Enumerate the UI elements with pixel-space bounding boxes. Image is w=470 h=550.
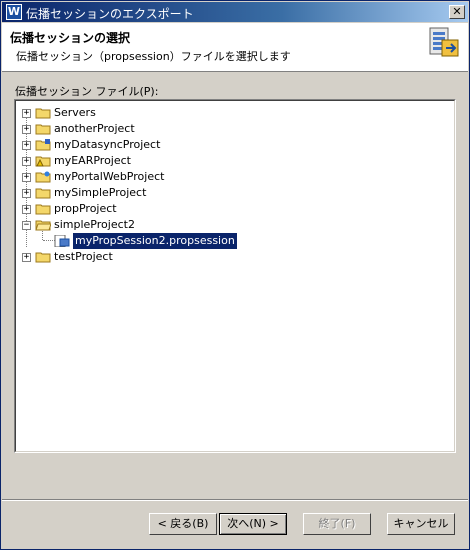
datasync-project-icon [35, 139, 51, 151]
tree-item-label: myPropSession2.propsession [73, 233, 237, 249]
divider-highlight [2, 500, 468, 501]
collapse-icon[interactable]: − [22, 221, 31, 230]
title-bar[interactable]: W 伝播セッションのエクスポート ✕ [2, 2, 468, 22]
tree-item-label: anotherProject [54, 122, 135, 135]
tree-item-label: testProject [54, 250, 113, 263]
tree-item-label: myEARProject [54, 154, 131, 167]
dialog-window: W 伝播セッションのエクスポート ✕ 伝播セッションの選択 伝播セッション（pr… [0, 0, 470, 550]
expand-icon[interactable]: + [22, 109, 31, 118]
window-title: 伝播セッションのエクスポート [26, 7, 194, 21]
session-file-tree[interactable]: + Servers + anotherProject + myDatasyncP… [14, 99, 456, 453]
export-wizard-icon [429, 27, 459, 57]
project-folder-icon [35, 204, 51, 215]
page-title: 伝播セッションの選択 [10, 31, 131, 45]
expand-icon[interactable]: + [22, 205, 31, 214]
project-folder-icon [35, 252, 51, 263]
expand-icon[interactable]: + [22, 173, 31, 182]
folder-icon [35, 108, 51, 119]
tree-item-label: propProject [54, 202, 117, 215]
next-button[interactable]: 次へ(N) > [219, 513, 287, 535]
tree-item-label: myDatasyncProject [54, 138, 161, 151]
tree-item-label: simpleProject2 [54, 218, 135, 231]
web-project-icon [35, 171, 51, 183]
open-folder-icon [35, 220, 51, 231]
tree-item-label: Servers [54, 106, 96, 119]
finish-button[interactable]: 終了(F) [303, 513, 371, 535]
close-button[interactable]: ✕ [449, 5, 465, 19]
session-file-label: 伝播セッション ファイル(P): [15, 85, 159, 98]
project-folder-icon [35, 124, 51, 135]
expand-icon[interactable]: + [22, 125, 31, 134]
expand-icon[interactable]: + [22, 157, 31, 166]
expand-icon[interactable]: + [22, 141, 31, 150]
tree-item-label: mySimpleProject [54, 186, 147, 199]
wizard-header: 伝播セッションの選択 伝播セッション（propsession）ファイルを選択しま… [2, 23, 468, 72]
page-description: 伝播セッション（propsession）ファイルを選択します [16, 50, 291, 63]
propsession-file-icon [54, 235, 70, 247]
expand-icon[interactable]: + [22, 189, 31, 198]
back-button[interactable]: < 戻る(B) [149, 513, 217, 535]
cancel-button[interactable]: キャンセル [387, 513, 455, 535]
app-icon: W [6, 4, 22, 20]
project-folder-icon [35, 188, 51, 199]
ear-project-icon [35, 156, 51, 167]
expand-icon[interactable]: + [22, 253, 31, 262]
tree-item-label: myPortalWebProject [54, 170, 165, 183]
